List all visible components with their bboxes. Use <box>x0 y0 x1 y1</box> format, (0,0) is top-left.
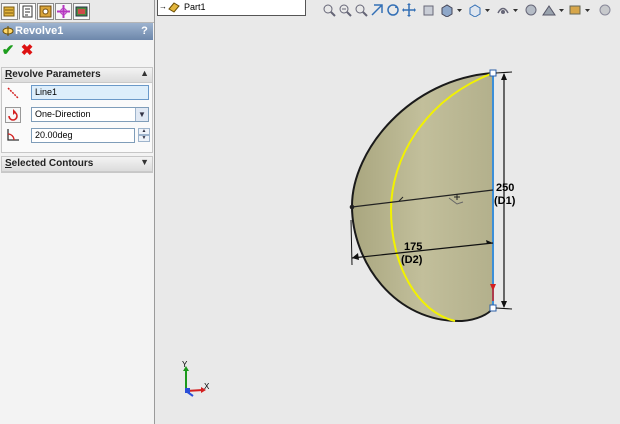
axis-of-revolution-field[interactable]: Line1 <box>31 85 149 100</box>
feature-title: Revolve1 <box>15 25 64 37</box>
axis-of-revolution-icon <box>7 87 19 99</box>
property-manager: Revolve1 ? ✔ ✖ Revolve Parameters ▲ Line… <box>0 0 155 424</box>
feature-tree-icon <box>3 6 15 17</box>
cancel-button[interactable]: ✖ <box>19 43 35 59</box>
tab-configuration-manager[interactable] <box>37 3 54 20</box>
revolve-parameters-title: evolve Parameters <box>12 69 101 80</box>
dimension-d1-name: (D1) <box>494 195 516 207</box>
revolve-parameters-header[interactable]: Revolve Parameters ▲ <box>2 68 152 83</box>
selected-contours-title: elected Contours <box>11 158 94 169</box>
model-canvas[interactable]: 250 (D1) 175 (D2) Y X <box>155 0 620 424</box>
property-sheet-icon <box>22 5 33 18</box>
angle-increment-button[interactable]: ▲ <box>138 128 150 135</box>
revolve-feature-icon <box>2 26 14 36</box>
expand-chevron-icon[interactable]: ▼ <box>140 157 149 167</box>
chevron-down-icon[interactable]: ▼ <box>135 108 148 121</box>
reference-triad: Y X <box>182 360 210 397</box>
dimxpert-icon <box>57 5 70 18</box>
angle-input[interactable]: 20.00deg <box>31 128 135 143</box>
help-button[interactable]: ? <box>139 25 150 37</box>
dimension-d2-name: (D2) <box>401 254 423 266</box>
triad-y-label: Y <box>182 360 188 369</box>
tab-property-manager[interactable] <box>19 3 36 20</box>
angle-decrement-button[interactable]: ▼ <box>138 135 150 142</box>
selected-contours-header[interactable]: Selected Contours ▼ <box>2 157 152 172</box>
revolve-parameters-group: Revolve Parameters ▲ Line1 One-Direction… <box>1 67 153 153</box>
tab-display-manager[interactable] <box>73 3 90 20</box>
selected-contours-mnemonic: S <box>5 158 12 169</box>
revolve-type-value: One-Direction <box>35 109 91 119</box>
configuration-icon <box>39 5 52 18</box>
tab-dimxpert-manager[interactable] <box>55 3 72 20</box>
selected-contours-group: Selected Contours ▼ <box>1 156 153 173</box>
dimension-d2-value[interactable]: 175 <box>404 241 422 253</box>
axis-endpoint-top[interactable] <box>489 69 497 77</box>
ok-button[interactable]: ✔ <box>0 43 16 59</box>
feature-title-bar: Revolve1 ? <box>0 23 153 40</box>
manager-tabs <box>0 0 154 23</box>
angle-icon <box>7 129 19 141</box>
collapse-chevron-icon[interactable]: ▲ <box>140 68 149 78</box>
dimension-d1-value[interactable]: 250 <box>496 182 514 194</box>
tab-feature-manager[interactable] <box>1 3 18 20</box>
triad-x-label: X <box>204 382 210 391</box>
axis-endpoint-bottom[interactable] <box>489 304 497 312</box>
revolve-type-select[interactable]: One-Direction ▼ <box>31 107 149 122</box>
graphics-area[interactable]: → Part1 250 (D1) 175 (D2) Y X <box>155 0 620 424</box>
reverse-direction-button[interactable] <box>5 107 21 123</box>
revolved-solid-body[interactable] <box>350 71 494 323</box>
display-manager-icon <box>75 6 88 17</box>
reverse-direction-icon <box>8 109 18 121</box>
